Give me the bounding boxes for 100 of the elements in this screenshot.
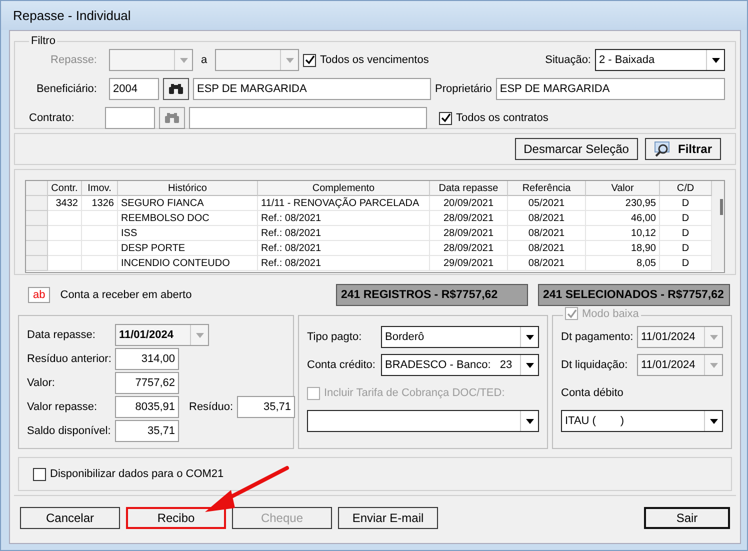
vencimentos-option[interactable]: Todos os vencimentos [303,54,429,66]
date-dropdown[interactable]: 11/01/2024 [637,326,723,348]
caret-icon [286,58,294,62]
table-cell: D [660,196,712,211]
dialog-button[interactable]: Sair [644,506,730,528]
value-field[interactable]: 35,71 [237,396,296,418]
field-label: Dt liquidação: [561,359,629,371]
table-cell: 1326 [82,196,118,211]
legend-swatch: ab [28,287,50,303]
checkbox[interactable] [439,112,452,124]
value-field[interactable]: 7757,62 [115,372,179,394]
field-label: Situação: [545,54,591,66]
column-header[interactable]: Imov. [82,181,118,196]
row-header[interactable] [26,226,48,241]
row-header[interactable] [26,211,48,226]
checkbox[interactable] [303,54,316,66]
code-field[interactable]: 2004 [109,78,159,100]
field-label: Conta débito [561,387,624,399]
row-header[interactable] [26,241,48,256]
date-dropdown[interactable]: 11/01/2024 [115,324,209,346]
table-cell: Ref.: 08/2021 [258,256,430,271]
table-cell: 05/2021 [508,196,586,211]
field-label: Valor: [27,377,56,389]
caret-icon [180,58,188,62]
row-header[interactable] [26,256,48,271]
field-label: Resíduo anterior: [27,353,111,365]
empty-cell [82,226,118,241]
status-dropdown[interactable]: 2 - Baixada [595,49,725,71]
binoculars-icon [164,112,180,124]
field-label: Conta crédito: [307,359,376,371]
com21-option[interactable]: Disponibilizar dados para o COM21 [33,468,224,480]
filter-button[interactable]: Filtrar [644,138,721,160]
dialog-button[interactable]: Enviar E-mail [338,506,438,528]
column-header[interactable]: Referência [508,181,586,196]
unselect-button[interactable]: Desmarcar Seleção [514,138,638,160]
account-dropdown[interactable]: BRADESCO - Banco: 23 [381,354,539,376]
name-field[interactable] [189,107,427,129]
table-cell: REEMBOLSO DOC [118,211,258,226]
empty-cell [82,256,118,271]
table-cell: 11/11 - RENOVAÇÃO PARCELADA [258,196,430,211]
column-header[interactable]: Histórico [118,181,258,196]
table-cell: D [660,241,712,256]
legend-label: Conta a receber em aberto [60,289,192,301]
table-cell: 29/09/2021 [430,256,508,271]
option-dropdown[interactable] [307,410,539,432]
table-cell: 8,05 [586,256,660,271]
table-cell: 08/2021 [508,256,586,271]
caret-icon [526,418,534,424]
column-header[interactable]: C/D [660,181,712,196]
caret-icon [710,334,718,340]
account-dropdown[interactable]: ITAU ( ) [561,410,723,432]
table-cell: Ref.: 08/2021 [258,211,430,226]
field-label: Saldo disponível: [27,425,111,437]
caret-icon [526,334,534,340]
field-label: Beneficiário: [35,83,97,95]
field-label: Resíduo: [189,401,234,413]
table-cell: 3432 [48,196,82,211]
value-field[interactable]: 35,71 [115,420,179,442]
value-field[interactable]: 8035,91 [115,396,179,418]
field-label: Tipo pagto: [307,331,363,343]
caret-icon [710,362,718,368]
search-button[interactable] [163,78,189,100]
table-cell: Ref.: 08/2021 [258,241,430,256]
row-header[interactable] [26,196,48,211]
column-header[interactable]: Contr. [48,181,82,196]
field-label: Data repasse: [27,329,96,341]
table-cell: Ref.: 08/2021 [258,226,430,241]
caret-icon [712,58,720,62]
code-field[interactable] [105,107,155,129]
contratos-option[interactable]: Todos os contratos [439,112,548,124]
date-dropdown[interactable]: 11/01/2024 [637,354,723,376]
window-title: Repasse - Individual [13,8,131,23]
checkbox[interactable] [33,468,46,480]
table-cell: SEGURO FIANCA [118,196,258,211]
name-field[interactable]: ESP DE MARGARIDA [193,78,431,100]
table-cell: DESP PORTE [118,241,258,256]
group-title: Filtro [30,35,56,47]
dialog-button[interactable]: Cancelar [20,506,120,528]
table-cell: 46,00 [586,211,660,226]
table-cell: 28/09/2021 [430,211,508,226]
dialog-button[interactable]: Recibo [126,506,226,528]
value-field[interactable]: 314,00 [115,348,179,370]
column-header[interactable]: Data repasse [430,181,508,196]
binoculars-icon [168,83,184,95]
table-cell: 10,12 [586,226,660,241]
payment-type-dropdown[interactable]: Borderô [381,326,539,348]
total-summary: 241 SELECIONADOS - R$7757,62 [538,284,730,306]
column-header[interactable]: Complemento [258,181,430,196]
table-cell: D [660,256,712,271]
table-cell: 08/2021 [508,241,586,256]
column-header[interactable]: Valor [586,181,660,196]
caret-icon [710,418,718,424]
owner-field[interactable]: ESP DE MARGARIDA [496,78,725,100]
field-label: Proprietário [435,83,492,95]
date-dropdown[interactable] [109,49,193,71]
row-header[interactable] [26,181,48,196]
search-icon [654,141,672,157]
table-cell: 230,95 [586,196,660,211]
caret-icon [196,332,204,338]
field-label: Repasse: [50,54,97,66]
